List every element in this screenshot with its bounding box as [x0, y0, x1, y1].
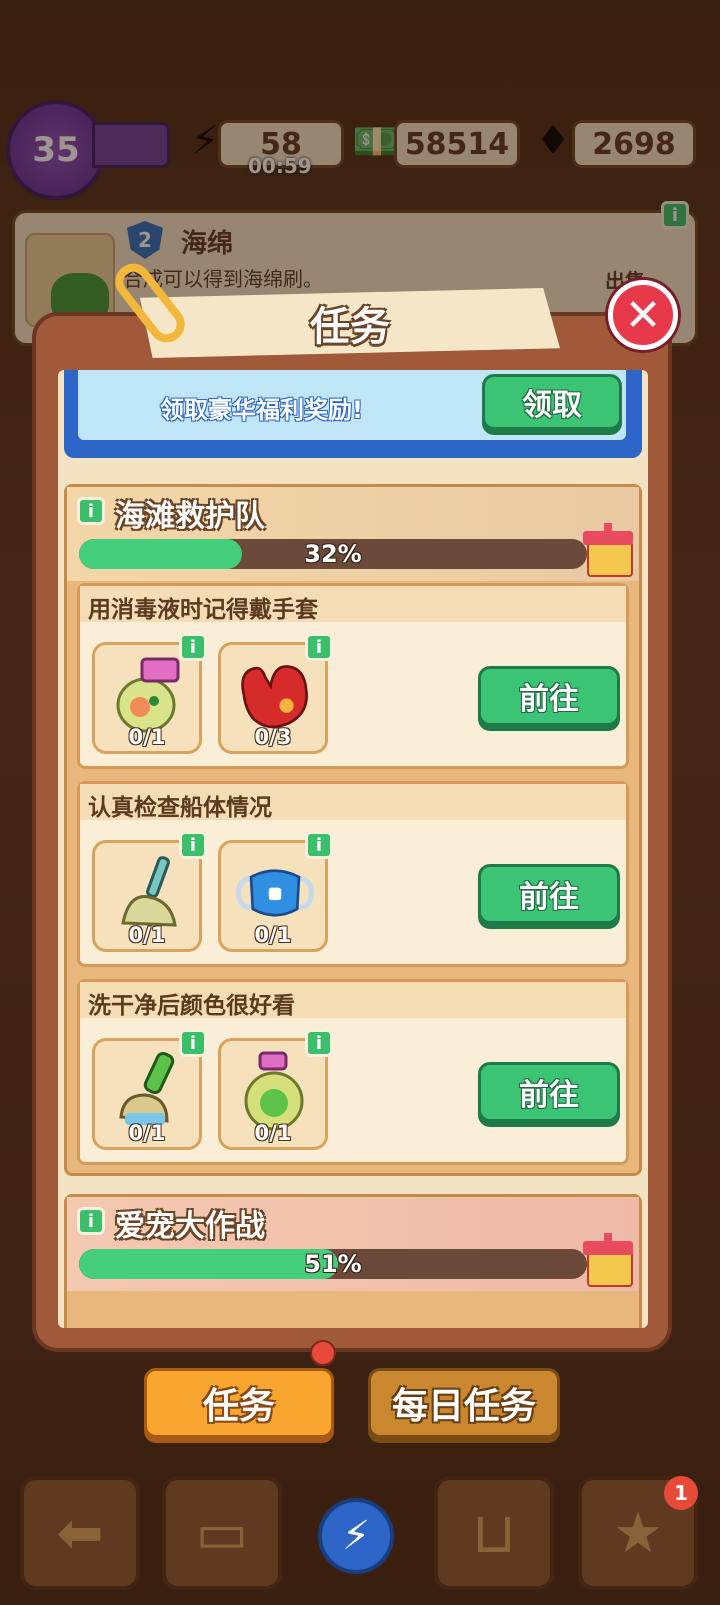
progress-text: 51%: [304, 1250, 362, 1278]
go-button[interactable]: 前往: [478, 864, 620, 924]
task-item-slot[interactable]: 0/3 i: [218, 633, 333, 754]
star-badge: 1: [664, 1476, 698, 1510]
green-brush-icon: [109, 1051, 189, 1131]
info-icon[interactable]: i: [305, 633, 333, 661]
reward-banner: 领取豪华福利奖励! 领取: [64, 370, 642, 458]
tasks-modal: 领取豪华福利奖励! 领取 i 海滩救护队 32% 用消毒液时记得戴手套 0/1 …: [32, 312, 672, 1352]
info-icon[interactable]: i: [305, 1029, 333, 1057]
face-mask-icon: [235, 853, 315, 933]
task-card: 洗干净后颜色很好看 0/1 i 0/1 i 前往: [77, 979, 629, 1165]
task-title: 洗干净后颜色很好看: [88, 993, 295, 1019]
modal-title: 任务: [310, 304, 390, 350]
task-title: 用消毒液时记得戴手套: [88, 597, 318, 623]
task-title: 认真检查船体情况: [88, 795, 272, 821]
lightning-icon: ⚡: [341, 1513, 371, 1559]
detergent-bottle-icon: [235, 1051, 315, 1131]
gift-box-icon[interactable]: [583, 1233, 633, 1287]
tab-tasks[interactable]: 任务: [144, 1368, 334, 1438]
task-card: 用消毒液时记得戴手套 0/1 i 0/3 i 前往: [77, 583, 629, 769]
item-count: 0/1: [128, 725, 166, 749]
task-item-slot[interactable]: 0/1 i: [218, 831, 333, 952]
info-icon[interactable]: i: [179, 1029, 207, 1057]
item-count: 0/1: [254, 923, 292, 947]
item-count: 0/3: [254, 725, 292, 749]
disinfectant-bottle-icon: [109, 655, 189, 735]
task-item-slot[interactable]: 0/1 i: [92, 633, 207, 754]
go-button[interactable]: 前往: [478, 1062, 620, 1122]
claim-button[interactable]: 领取: [482, 374, 622, 430]
info-icon[interactable]: i: [179, 831, 207, 859]
item-count: 0/1: [254, 1121, 292, 1145]
task-section-pet-battle: i 爱宠大作战 51%: [64, 1194, 642, 1328]
progress-text: 32%: [304, 540, 362, 568]
info-icon[interactable]: i: [77, 497, 105, 525]
section-progress-bar: 51%: [79, 1249, 587, 1279]
notification-dot: [310, 1340, 336, 1366]
task-item-slot[interactable]: 0/1 i: [92, 1029, 207, 1150]
task-item-slot[interactable]: 0/1 i: [92, 831, 207, 952]
info-icon[interactable]: i: [179, 633, 207, 661]
tasks-scroll-area[interactable]: 领取豪华福利奖励! 领取 i 海滩救护队 32% 用消毒液时记得戴手套 0/1 …: [58, 370, 648, 1328]
modal-title-banner: 任务: [140, 288, 560, 358]
red-gloves-icon: [235, 655, 315, 735]
mop-icon: [109, 853, 189, 933]
section-title: 爱宠大作战: [115, 1209, 265, 1244]
energy-orb-button[interactable]: ⚡: [318, 1498, 394, 1574]
go-button[interactable]: 前往: [478, 666, 620, 726]
task-item-slot[interactable]: 0/1 i: [218, 1029, 333, 1150]
section-progress-bar: 32%: [79, 539, 587, 569]
task-card: 认真检查船体情况 0/1 i 0/1 i 前往: [77, 781, 629, 967]
info-icon[interactable]: i: [77, 1207, 105, 1235]
item-count: 0/1: [128, 1121, 166, 1145]
gift-box-icon[interactable]: [583, 523, 633, 577]
close-icon: ✕: [624, 289, 662, 341]
info-icon[interactable]: i: [305, 831, 333, 859]
task-section-beach-rescue: i 海滩救护队 32% 用消毒液时记得戴手套 0/1 i 0/3 i 前往 认真…: [64, 484, 642, 1176]
item-count: 0/1: [128, 923, 166, 947]
close-button[interactable]: ✕: [608, 280, 678, 350]
section-title: 海滩救护队: [115, 499, 265, 534]
reward-text: 领取豪华福利奖励!: [160, 396, 363, 424]
tab-daily-tasks[interactable]: 每日任务: [368, 1368, 560, 1438]
